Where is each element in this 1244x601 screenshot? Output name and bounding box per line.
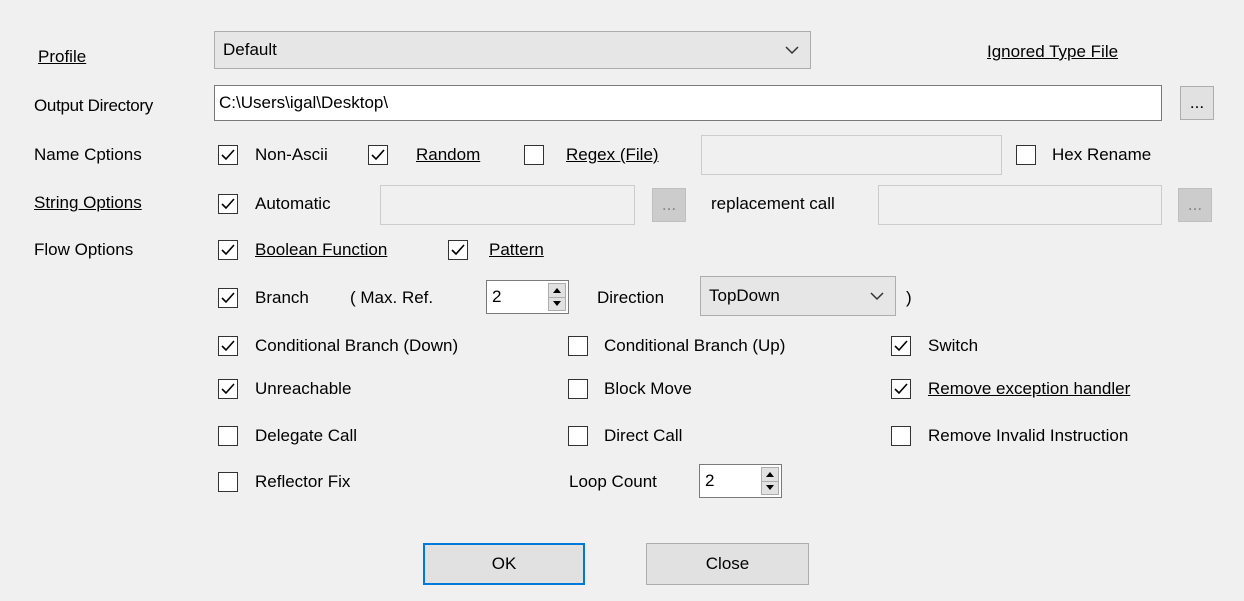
spin-arrows-icon[interactable]	[761, 467, 779, 495]
block-move-checkbox[interactable]	[568, 379, 588, 399]
block-move-label: Block Move	[604, 379, 692, 398]
check-icon	[221, 340, 235, 352]
remove-invalid-instruction-label: Remove Invalid Instruction	[928, 426, 1129, 445]
ignored-type-file-link[interactable]: Ignored Type File	[987, 42, 1118, 62]
chevron-down-icon	[785, 46, 799, 55]
direction-label: Direction	[597, 288, 665, 307]
close-paren-label: )	[906, 288, 912, 307]
loop-count-label: Loop Count	[569, 472, 657, 491]
switch-checkbox[interactable]	[891, 336, 911, 356]
random-checkbox[interactable]	[368, 145, 388, 165]
output-directory-value: C:\Users\igal\Desktop\	[219, 93, 389, 112]
delegate-call-label: Delegate Call	[255, 426, 358, 445]
direct-call-label: Direct Call	[604, 426, 683, 445]
regex-file-input[interactable]	[701, 135, 1002, 175]
direction-selected-value: TopDown	[709, 286, 780, 305]
conditional-branch-down-label: Conditional Branch (Down)	[255, 336, 459, 355]
string-options-input[interactable]	[380, 185, 635, 225]
pattern-label[interactable]: Pattern	[489, 240, 544, 260]
random-label[interactable]: Random	[416, 145, 480, 165]
boolean-function-label[interactable]: Boolean Function	[255, 240, 387, 260]
automatic-checkbox[interactable]	[218, 194, 238, 214]
output-directory-browse-button[interactable]: ...	[1180, 86, 1214, 120]
browse-ellipsis-icon: ...	[1189, 93, 1205, 112]
string-options-browse-button[interactable]: ...	[652, 188, 686, 222]
browse-ellipsis-icon: ...	[661, 195, 677, 214]
close-button[interactable]: Close	[646, 543, 809, 585]
profile-selected-value: Default	[223, 40, 277, 59]
conditional-branch-up-checkbox[interactable]	[568, 336, 588, 356]
unreachable-label: Unreachable	[255, 379, 352, 398]
hex-rename-checkbox[interactable]	[1016, 145, 1036, 165]
check-icon	[221, 244, 235, 256]
reflector-fix-label: Reflector Fix	[255, 472, 351, 491]
max-ref-value: 2	[492, 287, 502, 306]
direction-dropdown[interactable]: TopDown	[700, 276, 896, 316]
max-ref-spinner[interactable]: 2	[486, 280, 569, 314]
delegate-call-checkbox[interactable]	[218, 426, 238, 446]
regex-file-label[interactable]: Regex (File)	[566, 145, 659, 165]
check-icon	[221, 292, 235, 304]
non-ascii-checkbox[interactable]	[218, 145, 238, 165]
check-icon	[221, 383, 235, 395]
regex-file-checkbox[interactable]	[524, 145, 544, 165]
check-icon	[371, 149, 385, 161]
reflector-fix-checkbox[interactable]	[218, 472, 238, 492]
branch-label: Branch	[255, 288, 309, 307]
close-button-label: Close	[705, 554, 750, 573]
max-ref-label: ( Max. Ref.	[350, 288, 434, 307]
loop-count-spinner[interactable]: 2	[699, 464, 782, 498]
loop-count-value: 2	[705, 471, 715, 490]
boolean-function-checkbox[interactable]	[218, 240, 238, 260]
replacement-call-input[interactable]	[878, 185, 1162, 225]
direct-call-checkbox[interactable]	[568, 426, 588, 446]
name-options-label: Name Cptions	[34, 145, 142, 164]
check-icon	[894, 383, 908, 395]
spin-arrows-icon[interactable]	[548, 283, 566, 311]
pattern-checkbox[interactable]	[448, 240, 468, 260]
unreachable-checkbox[interactable]	[218, 379, 238, 399]
hex-rename-label: Hex Rename	[1052, 145, 1152, 164]
remove-exception-handler-label[interactable]: Remove exception handler	[928, 379, 1130, 399]
conditional-branch-up-label: Conditional Branch (Up)	[604, 336, 786, 355]
switch-label: Switch	[928, 336, 979, 355]
profile-label[interactable]: Profile	[38, 47, 86, 67]
non-ascii-label: Non-Ascii	[255, 145, 328, 164]
flow-options-label: Flow Options	[34, 240, 134, 259]
string-options-label[interactable]: String Options	[34, 193, 142, 213]
check-icon	[221, 198, 235, 210]
check-icon	[451, 244, 465, 256]
output-directory-input[interactable]: C:\Users\igal\Desktop\	[214, 85, 1162, 121]
check-icon	[894, 340, 908, 352]
output-directory-label: Output Directory	[34, 96, 153, 115]
browse-ellipsis-icon: ...	[1187, 195, 1203, 214]
conditional-branch-down-checkbox[interactable]	[218, 336, 238, 356]
chevron-down-icon	[870, 292, 884, 301]
obfuscation-options-dialog: { "labels": { "profile": "Profile", "out…	[0, 0, 1244, 601]
automatic-label: Automatic	[255, 194, 331, 213]
ok-button-label: OK	[491, 554, 517, 573]
remove-invalid-instruction-checkbox[interactable]	[891, 426, 911, 446]
check-icon	[221, 149, 235, 161]
replacement-call-label: replacement call	[711, 194, 835, 213]
ok-button[interactable]: OK	[423, 543, 585, 585]
remove-exception-handler-checkbox[interactable]	[891, 379, 911, 399]
profile-dropdown[interactable]: Default	[214, 31, 811, 69]
replacement-call-browse-button[interactable]: ...	[1178, 188, 1212, 222]
branch-checkbox[interactable]	[218, 288, 238, 308]
